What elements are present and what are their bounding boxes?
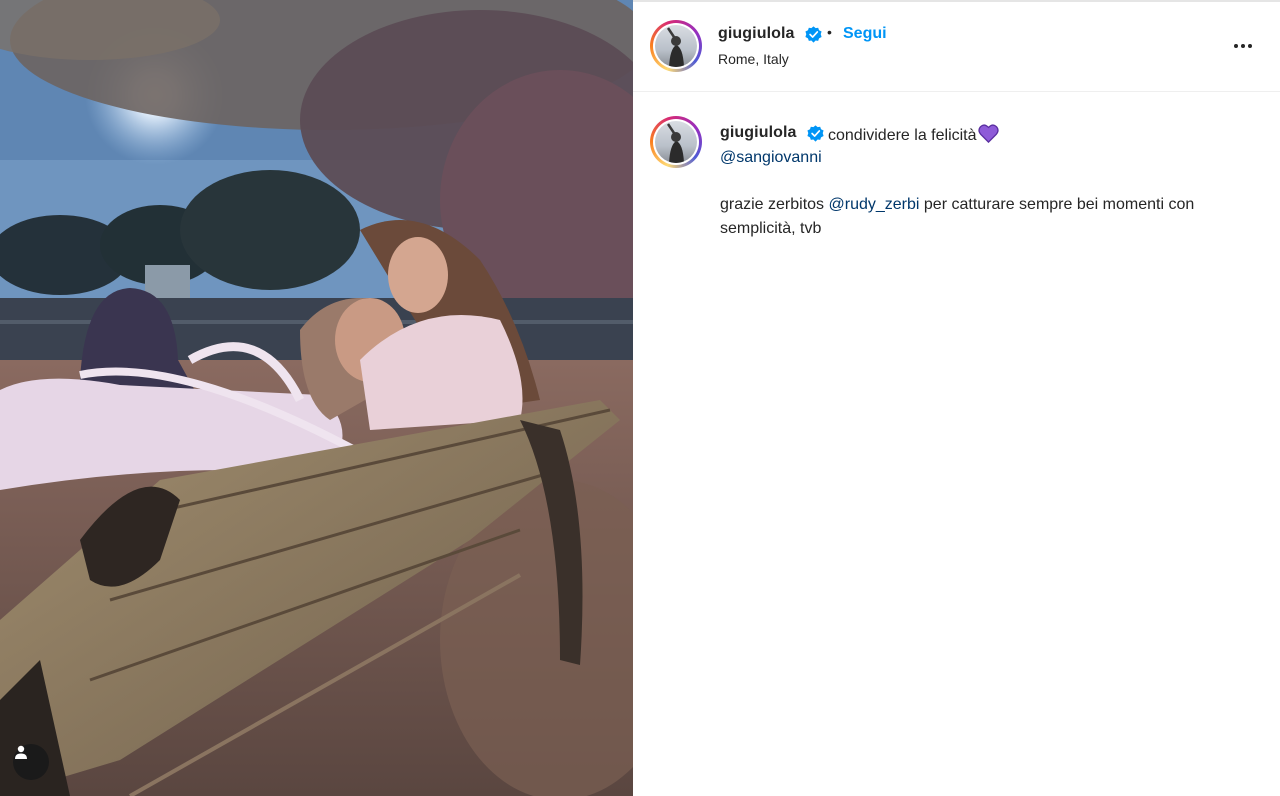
- post-photo[interactable]: [0, 0, 633, 796]
- post-header: giugiulola • Segui Rome, Italy: [633, 0, 1280, 92]
- mention-sangiovanni[interactable]: @sangiovanni: [720, 149, 822, 167]
- follow-button[interactable]: Segui: [843, 25, 887, 43]
- photo-illustration: [0, 0, 633, 796]
- more-dot-3: [1248, 44, 1252, 48]
- purple-heart-icon: [977, 124, 999, 143]
- header-username[interactable]: giugiulola: [718, 25, 795, 43]
- location-link[interactable]: Rome, Italy: [718, 51, 789, 67]
- caption-verified-badge-icon: [807, 125, 824, 142]
- avatar-image: [655, 25, 697, 67]
- user-tag-button[interactable]: [13, 744, 49, 780]
- verified-badge-icon: [805, 26, 822, 43]
- more-options-icon[interactable]: [1227, 30, 1259, 62]
- more-dot-2: [1241, 44, 1245, 48]
- avatar-border: [653, 23, 699, 69]
- caption-avatar-border: [653, 119, 699, 165]
- caption-body-prefix: grazie zerbitos: [720, 196, 829, 213]
- avatar[interactable]: [650, 20, 702, 72]
- post-panel: giugiulola • Segui Rome, Italy giugiulol…: [633, 0, 1280, 796]
- caption-body: grazie zerbitos @rudy_zerbi per catturar…: [720, 193, 1265, 241]
- caption-text: condividere la felicità: [828, 124, 999, 145]
- caption-username[interactable]: giugiulola: [720, 124, 797, 142]
- mention-rudy-zerbi[interactable]: @rudy_zerbi: [829, 196, 920, 213]
- user-tag-icon: [15, 745, 27, 759]
- caption-avatar[interactable]: [650, 116, 702, 168]
- more-dot-1: [1234, 44, 1238, 48]
- separator-dot: •: [827, 24, 832, 40]
- caption-avatar-image: [655, 121, 697, 163]
- caption-line1: condividere la felicità: [828, 127, 977, 144]
